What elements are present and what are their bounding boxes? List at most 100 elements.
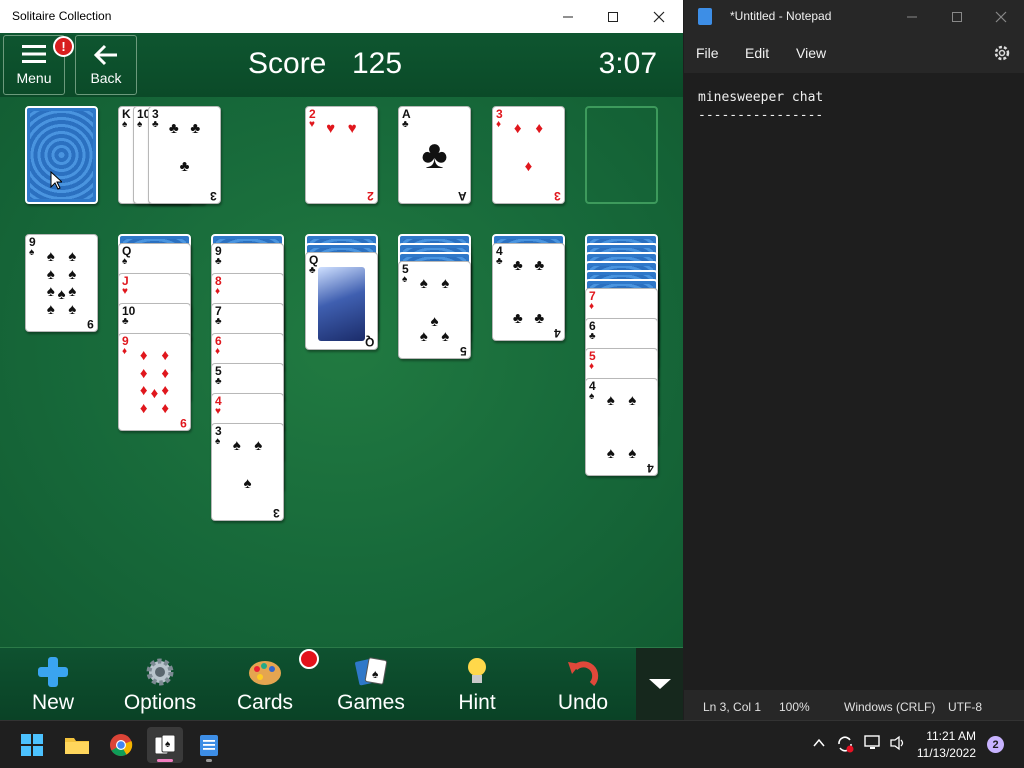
menu-label: Menu [16, 70, 52, 86]
tableau-card[interactable]: 9 ♦ ♦ ♦ ♦ ♦ ♦ ♦ ♦ ♦ ♦ 9 [118, 333, 191, 431]
solitaire-taskbar-button[interactable]: ♠ [147, 727, 183, 763]
tableau-card[interactable]: 4 ♣ ♣ ♣ ♣ ♣ 4 [492, 243, 565, 341]
foundation-card[interactable]: 2 ♥ ♥ ♥ 2 [305, 106, 378, 204]
close-button[interactable] [636, 0, 682, 33]
text-line-2: ---------------- [698, 108, 824, 123]
solitaire-cards-icon: ♠ [154, 734, 176, 755]
volume-icon[interactable] [889, 735, 907, 755]
card-suit: ♣ [215, 376, 222, 387]
card-suit: ♥ [309, 119, 315, 130]
card-suit: ♣ [589, 331, 596, 342]
svg-text:♠: ♠ [165, 739, 171, 750]
card-rank-corner: 9 [87, 317, 94, 331]
show-hidden-icons-chevron-icon[interactable] [813, 735, 825, 752]
card-rank-corner: 3 [210, 189, 217, 203]
card-suit: ♦ [496, 119, 502, 130]
settings-gear-icon[interactable] [993, 44, 1011, 62]
notepad-taskbar-button[interactable] [191, 727, 227, 763]
tableau-card[interactable]: 3 ♠ ♠ ♠ ♠ 3 [211, 423, 284, 521]
tableau-card[interactable]: Q ♣ Q [305, 252, 378, 350]
cards-button[interactable]: Cards [230, 648, 300, 721]
card-rank-corner: 2 [367, 189, 374, 203]
sync-icon[interactable] [836, 735, 854, 757]
encoding: UTF-8 [948, 700, 982, 714]
options-label: Options [123, 691, 197, 714]
back-arrow-icon [93, 44, 117, 66]
minimize-icon [907, 16, 917, 17]
chrome-button[interactable] [103, 727, 139, 763]
card-suit: ♠ [589, 391, 595, 402]
undo-label: Undo [557, 691, 609, 714]
taskbar: ♠ 11:21 AM 11/13/2022 [0, 720, 1024, 768]
menu-view[interactable]: View [796, 45, 826, 61]
card-suit: ♣ [496, 256, 503, 267]
card-pips: ♠ ♠ ♠ ♠ [606, 392, 637, 462]
card-suit: ♥ [215, 406, 221, 417]
card-rank-corner: 3 [554, 189, 561, 203]
waste-card[interactable]: 3 ♣ ♣ ♣ ♣ 3 [148, 106, 221, 204]
cards-notification-dot [299, 649, 319, 669]
card-suit: ♠ [29, 247, 35, 258]
card-suit: ♦ [215, 286, 221, 297]
card-center-pip: ♦ [150, 385, 159, 402]
notepad-icon [698, 8, 712, 25]
chrome-icon [110, 734, 133, 756]
card-suit: ♠ [215, 436, 221, 447]
menu-alert-badge: ! [53, 36, 74, 57]
card-pips: ♣ ♣ ♣ ♣ [512, 257, 545, 327]
card-rank-corner: Q [364, 335, 374, 349]
card-center-pip: ♦ [524, 158, 533, 175]
np-close-button[interactable] [978, 0, 1024, 33]
text-line-1: minesweeper chat [698, 90, 824, 105]
np-maximize-button[interactable] [934, 0, 980, 33]
cards-label: Cards [236, 691, 294, 714]
menu-edit[interactable]: Edit [745, 45, 769, 61]
foundation-card[interactable]: A ♣ ♣ A [398, 106, 471, 204]
game-table: K ♠ 10 ♠ 3 ♣ ♣ ♣ ♣ 3 2 ♥ ♥ ♥ 2 A ♣ ♣ A 3 ♦ ♦ ♦ ♦ 3 9 ♠ ♠ ♠ ♠ ♠ ♠ ♠ ♠ ♠ ♠ 9 Q ♠… [0, 97, 683, 647]
tableau-card[interactable]: 9 ♠ ♠ ♠ ♠ ♠ ♠ ♠ ♠ ♠ ♠ 9 [25, 234, 98, 332]
card-suit: ♣ [402, 119, 409, 130]
card-suit: ♠ [137, 119, 143, 130]
cursor-position: Ln 3, Col 1 [703, 700, 762, 714]
card-center-pip: ♠ [57, 286, 66, 303]
clock-date[interactable]: 11/13/2022 [917, 746, 976, 760]
notepad-app-icon [200, 735, 218, 756]
notification-count-badge[interactable]: 2 [987, 736, 1004, 753]
svg-text:♠: ♠ [372, 667, 379, 681]
back-button[interactable]: Back [75, 35, 137, 95]
foundation-card[interactable]: 3 ♦ ♦ ♦ ♦ 3 [492, 106, 565, 204]
maximize-icon [952, 11, 962, 22]
card-pips: ♥ ♥ [326, 120, 357, 137]
file-explorer-button[interactable] [59, 727, 95, 763]
court-card-art [318, 267, 365, 341]
menu-file[interactable]: File [696, 45, 719, 61]
card-suit: ♣ [309, 265, 316, 276]
card-center-pip: ♠ [243, 475, 252, 492]
notepad-menubar: File Edit View [684, 33, 1024, 73]
tableau-card[interactable]: 4 ♠ ♠ ♠ ♠ ♠ 4 [585, 378, 658, 476]
tableau-card[interactable]: 5 ♠ ♠ ♠ ♠ ♠ ♠ 5 [398, 261, 471, 359]
foundation-empty-slot[interactable] [585, 106, 658, 204]
network-icon[interactable] [864, 735, 882, 755]
games-label: Games [337, 691, 405, 714]
undo-button[interactable]: Undo [552, 648, 614, 721]
mouse-cursor-icon [50, 171, 62, 190]
score-value: 125 [352, 47, 403, 80]
start-button[interactable] [14, 727, 50, 763]
notepad-text-area[interactable]: minesweeper chat ---------------- [684, 73, 1024, 690]
toolbar-expand-button[interactable] [636, 648, 683, 720]
options-button[interactable]: Options [115, 648, 205, 721]
maximize-button[interactable] [590, 0, 636, 33]
card-suit: ♠ [122, 119, 128, 130]
notepad-statusbar: Ln 3, Col 1 100% Windows (CRLF) UTF-8 [684, 690, 1024, 720]
clock-time[interactable]: 11:21 AM [926, 729, 976, 743]
card-suit: ♣ [122, 316, 129, 327]
games-button[interactable]: ♠ Games [335, 648, 407, 721]
card-suit: ♦ [122, 346, 128, 357]
minimize-button[interactable] [545, 0, 591, 33]
new-label: New [31, 691, 74, 714]
hint-button[interactable]: Hint [450, 648, 504, 721]
new-game-button[interactable]: New [20, 648, 86, 721]
np-minimize-button[interactable] [889, 0, 935, 33]
close-icon [995, 11, 1007, 22]
